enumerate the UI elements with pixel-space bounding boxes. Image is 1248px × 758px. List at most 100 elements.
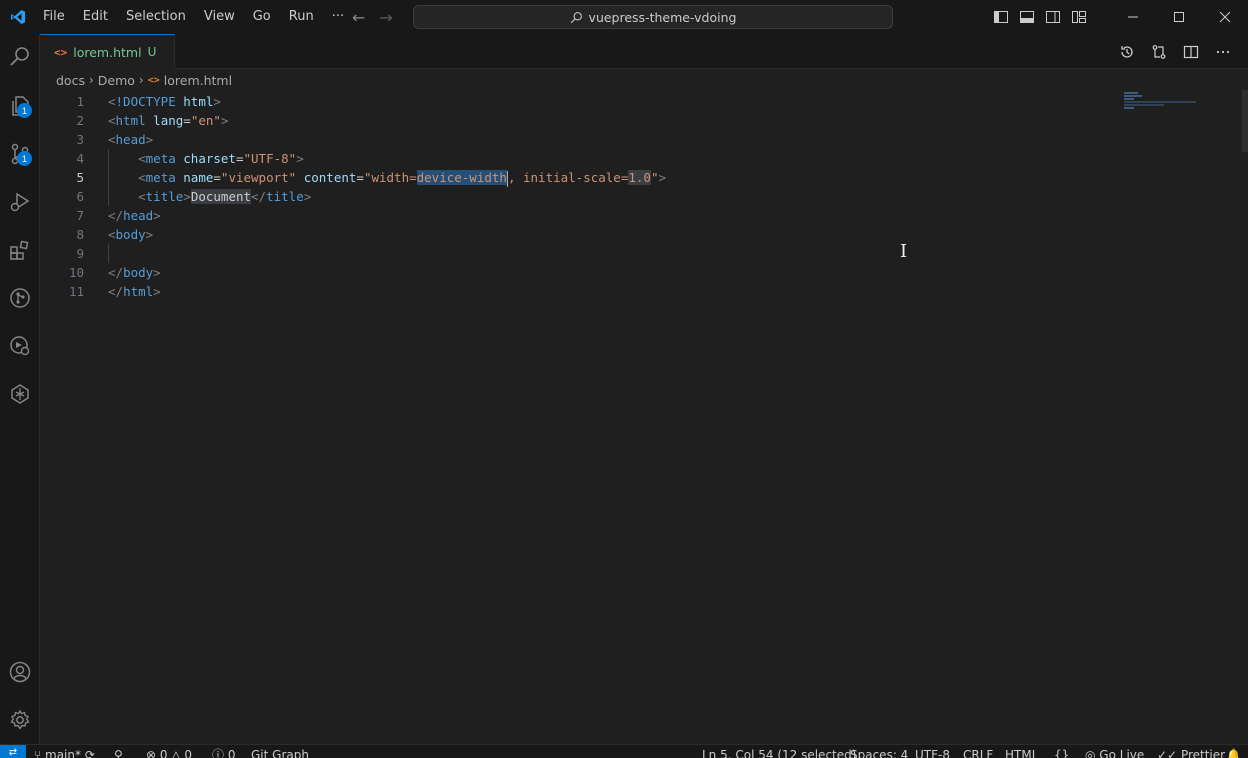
code-token: > xyxy=(153,284,161,299)
git-graph-status[interactable]: Git Graph xyxy=(251,747,309,758)
selected-text: device-width xyxy=(416,170,507,185)
toggle-secondary-sidebar-icon[interactable] xyxy=(1040,0,1066,34)
code-line[interactable]: <html lang="en"> xyxy=(108,111,666,130)
code-token: , initial-scale= xyxy=(507,170,629,185)
remote-explorer-icon[interactable] xyxy=(0,374,40,414)
encoding[interactable]: UTF-8 xyxy=(915,747,950,758)
menu-go[interactable]: Go xyxy=(244,0,280,34)
scrollbar[interactable] xyxy=(1242,90,1248,152)
tab-lorem-html[interactable]: <> lorem.html U xyxy=(40,34,175,69)
accounts-icon[interactable] xyxy=(0,652,40,692)
branch-indicator[interactable]: ⑂ main* ⟳ xyxy=(34,747,95,758)
feedback-icon[interactable]: {} xyxy=(1054,747,1069,758)
code-line[interactable]: <meta name="viewport" content="width=dev… xyxy=(108,168,666,187)
code-token: charset xyxy=(183,151,236,166)
source-control-badge: 1 xyxy=(17,151,32,166)
code-line[interactable]: <body> xyxy=(108,225,666,244)
menu-selection[interactable]: Selection xyxy=(117,0,195,34)
code-token: </ xyxy=(108,284,124,299)
menu-view[interactable]: View xyxy=(195,0,244,34)
code-line[interactable]: <title>Document</title> xyxy=(108,187,666,206)
run-debug-icon[interactable] xyxy=(0,182,40,222)
minimap[interactable] xyxy=(1124,92,1204,116)
code-line[interactable] xyxy=(108,244,666,263)
line-number: 8 xyxy=(76,227,84,242)
line-number: 6 xyxy=(76,189,84,204)
extensions-icon[interactable] xyxy=(0,230,40,270)
code-token: < xyxy=(108,132,116,147)
explorer-icon[interactable]: 1 xyxy=(0,86,40,126)
info-indicator[interactable]: ⓘ 0 xyxy=(212,747,235,758)
tab-git-status: U xyxy=(147,45,157,59)
code-line[interactable]: <head> xyxy=(108,130,666,149)
close-button[interactable] xyxy=(1202,0,1248,34)
breadcrumb: docs › Demo › <> lorem.html xyxy=(56,70,232,90)
code-token: > xyxy=(183,189,191,204)
code-token: < xyxy=(138,189,146,204)
settings-gear-icon[interactable] xyxy=(0,700,40,740)
code-line[interactable]: </body> xyxy=(108,263,666,282)
menu-more[interactable]: ··· xyxy=(323,0,353,34)
toggle-panel-icon[interactable] xyxy=(1014,0,1040,34)
breadcrumb-demo[interactable]: Demo xyxy=(98,73,135,88)
warning-count: 0 xyxy=(184,748,193,758)
customize-layout-icon[interactable] xyxy=(1066,0,1092,34)
graph-icon[interactable]: ⚲ xyxy=(114,747,123,758)
code-line[interactable]: </html> xyxy=(108,282,666,301)
code-token: name xyxy=(183,170,214,185)
cursor-position[interactable]: Ln 5, Col 54 (12 selected) xyxy=(702,747,856,758)
remote-indicator-icon[interactable]: ⇄ xyxy=(0,745,26,758)
code-token: html xyxy=(115,113,146,128)
code-line[interactable]: <meta charset="UTF-8"> xyxy=(108,149,666,168)
problems-indicator[interactable]: ⊗ 0 △ 0 xyxy=(146,747,192,758)
search-view-icon[interactable] xyxy=(0,37,40,77)
chevron-right-icon: › xyxy=(138,73,144,87)
menu-edit[interactable]: Edit xyxy=(74,0,117,34)
back-arrow-icon[interactable]: ← xyxy=(352,8,365,27)
code-editor[interactable]: 1 2 3 4 5 6 7 8 9 10 11 <!DOCTYPE html> <… xyxy=(40,90,1248,744)
tab-label: lorem.html xyxy=(73,44,142,60)
breadcrumb-docs[interactable]: docs xyxy=(56,73,85,88)
search-icon xyxy=(570,11,582,23)
code-token: < xyxy=(108,113,116,128)
breadcrumb-file[interactable]: lorem.html xyxy=(164,73,232,88)
timeline-history-icon[interactable] xyxy=(1116,41,1138,63)
prettier-status[interactable]: ✓✓ Prettier xyxy=(1157,747,1225,758)
code-token: < xyxy=(108,227,116,242)
vscode-logo-icon xyxy=(6,0,30,34)
code-content[interactable]: <!DOCTYPE html> <html lang="en"> <head> <m… xyxy=(108,92,666,301)
code-token: > xyxy=(296,151,304,166)
forward-arrow-icon[interactable]: → xyxy=(379,8,392,27)
maximize-button[interactable] xyxy=(1156,0,1202,34)
menu-run[interactable]: Run xyxy=(280,0,323,34)
explorer-badge: 1 xyxy=(17,103,32,118)
split-editor-icon[interactable] xyxy=(1180,41,1202,63)
git-graph-icon[interactable] xyxy=(0,278,40,318)
notifications-bell-icon[interactable]: 🔔 xyxy=(1226,747,1241,758)
code-token: > xyxy=(145,132,154,147)
go-live-label: Go Live xyxy=(1099,748,1145,758)
indentation[interactable]: Spaces: 4 xyxy=(850,747,908,758)
menu-file[interactable]: File xyxy=(34,0,74,34)
code-token: > xyxy=(220,113,229,128)
line-number: 1 xyxy=(76,94,84,109)
source-control-icon[interactable]: 1 xyxy=(0,134,40,174)
language-mode[interactable]: HTML xyxy=(1005,747,1038,758)
code-line[interactable]: </head> xyxy=(108,206,666,225)
activity-bar: 1 1 xyxy=(0,34,40,744)
end-of-line[interactable]: CRLF xyxy=(963,747,993,758)
line-number: 2 xyxy=(76,113,84,128)
code-line[interactable]: <!DOCTYPE html> xyxy=(108,92,666,111)
minimize-button[interactable] xyxy=(1110,0,1156,34)
open-changes-icon[interactable] xyxy=(1148,41,1170,63)
testing-icon[interactable] xyxy=(0,326,40,366)
toggle-primary-sidebar-icon[interactable] xyxy=(988,0,1014,34)
more-actions-icon[interactable] xyxy=(1212,41,1234,63)
go-live-button[interactable]: ◎ Go Live xyxy=(1085,747,1144,758)
navigation-arrows: ← → xyxy=(352,0,393,34)
command-center-search[interactable]: vuepress-theme-vdoing xyxy=(413,5,893,29)
code-token: = xyxy=(213,170,221,185)
